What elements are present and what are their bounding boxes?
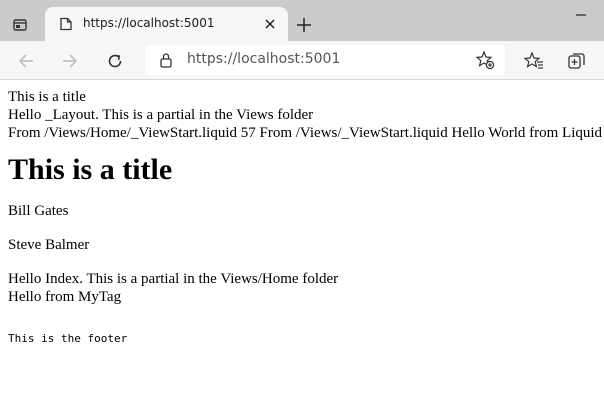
layout-title: This is a title xyxy=(8,89,86,105)
page-footer: This is the footer xyxy=(8,332,128,345)
page-body: This is a title Hello _Layout. This is a… xyxy=(8,88,604,348)
collections-icon[interactable] xyxy=(563,47,591,75)
window-menu-icon[interactable] xyxy=(6,12,34,38)
page-viewport: This is a title Hello _Layout. This is a… xyxy=(0,80,604,414)
navigation-toolbar: https://localhost:5001 xyxy=(0,41,604,80)
page-favicon-icon xyxy=(58,16,74,32)
viewstart-text: From /Views/Home/_ViewStart.liquid 57 Fr… xyxy=(8,125,603,141)
mytag-text: Hello from MyTag xyxy=(8,289,122,305)
url-text[interactable]: https://localhost:5001 xyxy=(187,51,340,67)
star-plus-icon[interactable] xyxy=(473,48,497,72)
layout-partial-text: Hello _Layout. This is a partial in the … xyxy=(8,107,314,123)
close-icon[interactable] xyxy=(261,15,279,33)
tab-title: https://localhost:5001 xyxy=(83,16,215,30)
minimize-icon[interactable] xyxy=(566,2,596,28)
forward-arrow-icon[interactable] xyxy=(56,47,84,75)
person-item: Bill Gates xyxy=(8,203,69,219)
back-arrow-icon[interactable] xyxy=(12,47,40,75)
address-bar[interactable]: https://localhost:5001 xyxy=(145,45,505,75)
browser-window: https://localhost:5001 https://localhost… xyxy=(0,0,604,414)
browser-tab[interactable]: https://localhost:5001 xyxy=(45,7,288,41)
lock-icon[interactable] xyxy=(158,52,174,68)
tab-strip: https://localhost:5001 xyxy=(0,0,604,41)
person-item: Steve Balmer xyxy=(8,237,90,253)
favorites-icon[interactable] xyxy=(520,47,548,75)
refresh-icon[interactable] xyxy=(101,47,129,75)
page-heading: This is a title xyxy=(8,153,173,186)
new-tab-plus-icon[interactable] xyxy=(291,12,317,38)
index-partial-text: Hello Index. This is a partial in the Vi… xyxy=(8,271,339,287)
